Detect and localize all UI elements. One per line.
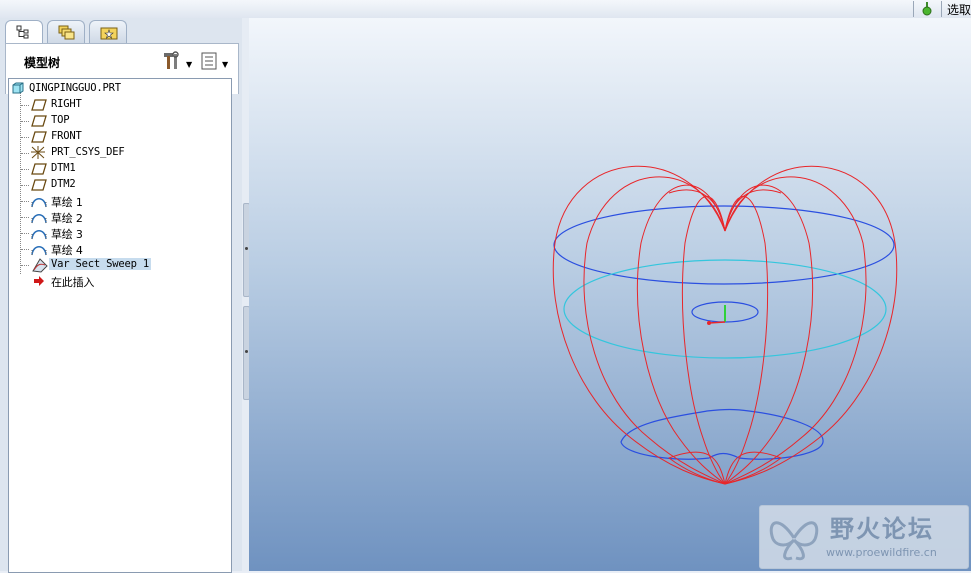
tree-item-label: DTM2 <box>51 178 76 190</box>
tree-item-label: FRONT <box>51 130 82 142</box>
csys-marker <box>707 305 726 325</box>
hammer-wrench-icon <box>164 51 179 69</box>
model-tree-title: 模型树 <box>24 56 61 70</box>
navigator-pane: 模型树 ▼ ▼ QINGPINGGUO.PRT RIGHT TOP FRONT … <box>0 18 243 573</box>
tree-item-label: 草绘 1 <box>51 196 83 209</box>
show-tools-button[interactable]: ▼ <box>162 51 192 73</box>
regen-status-icon[interactable] <box>921 2 933 16</box>
top-dimple-right <box>724 189 782 232</box>
sketch-icon <box>31 246 47 256</box>
tree-connector <box>21 249 29 250</box>
watermark-url: www.proewildfire.cn <box>826 546 937 559</box>
model-tree: QINGPINGGUO.PRT RIGHT TOP FRONT PRT_CSYS… <box>8 78 232 573</box>
tree-settings-button[interactable]: ▼ <box>201 51 228 73</box>
chevron-down-icon: ▼ <box>222 60 229 69</box>
forum-watermark: 野火论坛 www.proewildfire.cn <box>759 505 969 569</box>
divider <box>941 1 942 17</box>
tree-item-label: DTM1 <box>51 162 76 174</box>
tree-item-label: 草绘 3 <box>51 228 83 241</box>
datum-plane-icon <box>31 115 47 127</box>
sketch-icon <box>31 214 47 224</box>
var-sect-sweep-icon <box>32 258 48 273</box>
tree-item-label: 草绘 2 <box>51 212 83 225</box>
tree-connector <box>21 105 29 106</box>
datum-plane-icon <box>31 179 47 191</box>
profile-left-inner <box>681 196 726 485</box>
tree-item-label: RIGHT <box>51 98 82 110</box>
pane-splitter[interactable] <box>242 18 250 571</box>
tree-connector <box>21 153 29 154</box>
tree-item-label: 在此插入 <box>51 276 95 289</box>
sketch-icon <box>31 230 47 240</box>
settings-list-icon <box>201 52 217 70</box>
tree-root-label: QINGPINGGUO.PRT <box>29 82 121 94</box>
grip-dot <box>245 350 248 353</box>
watermark-title: 野火论坛 <box>830 515 934 543</box>
sketch-icon <box>31 198 47 208</box>
datum-plane-icon <box>31 99 47 111</box>
tree-connector <box>21 121 29 122</box>
model-tree-tab-icon <box>16 25 29 39</box>
favorites-tab-icon <box>100 27 118 40</box>
tree-item-label: TOP <box>51 114 70 126</box>
tab-model-tree[interactable] <box>5 20 43 44</box>
tree-connector <box>21 265 29 266</box>
tree-connector <box>21 169 29 170</box>
datum-curve-bottom <box>620 408 824 460</box>
selection-filter-label[interactable]: 选取 <box>947 1 971 18</box>
tab-folder-browser[interactable] <box>47 20 85 43</box>
tree-item-label: 草绘 4 <box>51 244 83 257</box>
profile-right-inner <box>724 196 769 485</box>
tree-connector <box>21 137 29 138</box>
divider <box>913 1 914 17</box>
tree-item-label: PRT_CSYS_DEF <box>51 146 125 158</box>
top-dimple-left <box>668 189 726 232</box>
grip-dot <box>245 247 248 250</box>
tree-connector <box>21 201 29 202</box>
part-icon <box>12 82 24 94</box>
datum-plane-icon <box>31 163 47 175</box>
insert-here-arrow-icon <box>34 276 44 286</box>
tree-connector <box>21 217 29 218</box>
apple-wireframe-model[interactable] <box>249 18 971 571</box>
chevron-down-icon: ▼ <box>186 60 193 69</box>
tab-favorites[interactable] <box>89 20 127 43</box>
datum-plane-icon <box>31 131 47 143</box>
top-status-bar: 选取 <box>0 0 971 19</box>
graphics-viewport[interactable] <box>249 18 971 571</box>
tree-connector <box>21 233 29 234</box>
folder-browser-tab-icon <box>58 25 75 40</box>
profile-left-2 <box>583 176 726 485</box>
butterfly-logo <box>769 521 819 561</box>
tree-item-label: Var Sect Sweep 1 <box>49 258 151 270</box>
coordinate-system-icon <box>31 146 45 159</box>
profile-right-2 <box>724 176 867 485</box>
tree-connector <box>21 185 29 186</box>
datum-curve-top <box>553 205 895 285</box>
